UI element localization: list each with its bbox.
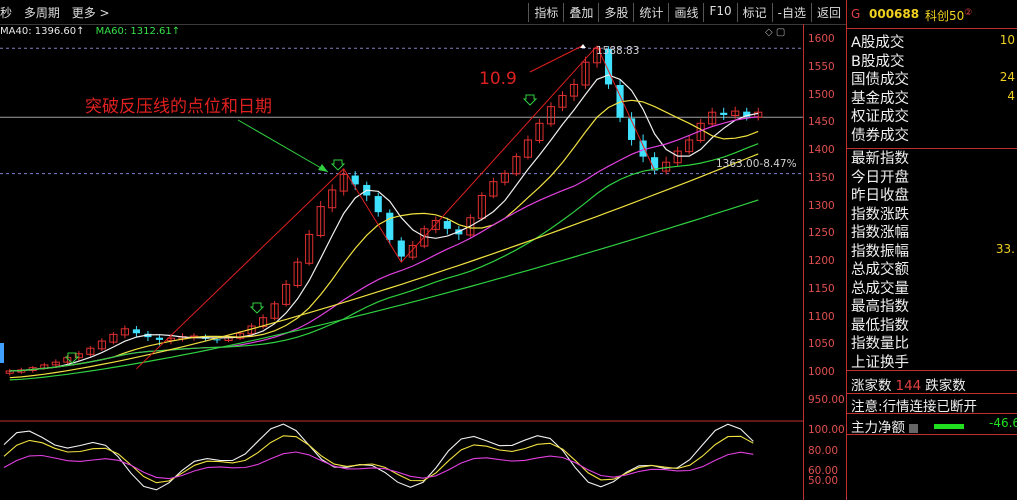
annotation-text: 突破反压线的点位和日期 <box>85 97 272 117</box>
buy-signal-icon <box>330 159 346 171</box>
net-flow-square-icon <box>909 423 918 433</box>
candle-body <box>443 221 451 229</box>
panel-row-value: 10 <box>999 33 1015 47</box>
panel-row-label: 债券成交 <box>851 127 909 144</box>
candle-body <box>374 196 382 213</box>
stock-name: 科创50② <box>925 7 972 24</box>
stock-code: 000688 <box>869 7 920 21</box>
buy-signal-icon <box>249 302 265 314</box>
candle-body <box>720 112 728 115</box>
candle-body <box>397 240 405 257</box>
candle-body <box>386 212 394 240</box>
oscillator-axis-tick: 80.00 <box>808 445 839 457</box>
annotation-pct: 10.9 <box>479 69 517 89</box>
price-axis-tick: 1350 <box>808 171 835 184</box>
panel-row-value: 33. <box>995 241 1015 256</box>
net-flow-value: -46.6 <box>989 416 1017 430</box>
price-axis-tick: 1050 <box>808 338 835 351</box>
buy-signal-icon <box>522 94 538 106</box>
oscillator-axis-tick: 100.00 <box>808 424 845 436</box>
panel-separator <box>847 370 1017 371</box>
panel-separator <box>847 413 1017 414</box>
price-axis-tick: 1400 <box>808 144 835 157</box>
price-axis-tick: 1550 <box>808 60 835 73</box>
price-axis-tick: 1250 <box>808 227 835 240</box>
price-axis-tick: 1500 <box>808 88 835 101</box>
panel-row-value: 24 <box>999 70 1015 84</box>
quote-panel: G 000688 科创50② A股成交 10 B股成交 国债成交 24 基金成交 4 权证成交… <box>847 0 1017 500</box>
net-flow-bar <box>934 424 964 429</box>
advance-label: 涨家数 <box>851 378 892 394</box>
price-axis-tick: 1300 <box>808 199 835 212</box>
peak-arrow <box>529 45 583 73</box>
candle-body <box>155 337 164 340</box>
price-axis-tick: 1600 <box>808 33 835 45</box>
kline-chart[interactable]: 1588.83 1363.00-8.47% 突破反压线的点位和日期 10.9 <box>0 0 846 500</box>
ma40-line <box>9 153 759 379</box>
ma30-line <box>9 143 759 372</box>
panel-separator <box>847 434 1017 435</box>
ref-price-label: 1363.00-8.47% <box>716 158 797 170</box>
price-axis-tick: 1450 <box>808 116 835 129</box>
price-axis-tick: 1200 <box>808 255 835 268</box>
price-axis-tick: 1150 <box>808 282 835 295</box>
ma5-line <box>9 74 759 372</box>
annotation-arrow <box>237 119 329 173</box>
price-axis-line <box>803 24 804 500</box>
panel-header: G 000688 科创50② <box>847 0 1017 29</box>
panel-row-value: 4 <box>1007 88 1015 103</box>
oscillator-k-line <box>3 423 754 491</box>
annotation-arrowhead <box>318 164 328 172</box>
candle-body <box>132 329 140 334</box>
panel-separator <box>847 393 1017 394</box>
left-edge-marker <box>0 343 4 363</box>
oscillator-d-line <box>3 435 754 484</box>
price-axis-tick: 1100 <box>808 310 835 323</box>
price-axis-tick: 1000 <box>808 366 835 379</box>
connection-notice: 注意:行情连接已断开 <box>851 395 977 415</box>
market-flag: G <box>851 7 861 21</box>
panel-row-label: 上证换手 <box>851 354 909 371</box>
price-axis-tick: 950.00 <box>808 394 845 406</box>
stock-name-text: 科创50 <box>925 9 965 23</box>
advance-decline: 涨家数 144 跌家数 <box>851 374 966 394</box>
panel-separator <box>847 148 1017 149</box>
stock-name-badge: ② <box>964 8 973 18</box>
high-price-label: 1588.83 <box>596 45 639 57</box>
main-net-flow: 主力净额 -46.6 <box>851 416 1017 436</box>
trend-zigzag <box>136 45 656 370</box>
candle-body <box>213 339 221 341</box>
decline-label: 跌家数 <box>925 378 966 394</box>
advance-count: 144 <box>895 378 922 394</box>
oscillator-axis-tick: 50.00 <box>808 475 839 487</box>
